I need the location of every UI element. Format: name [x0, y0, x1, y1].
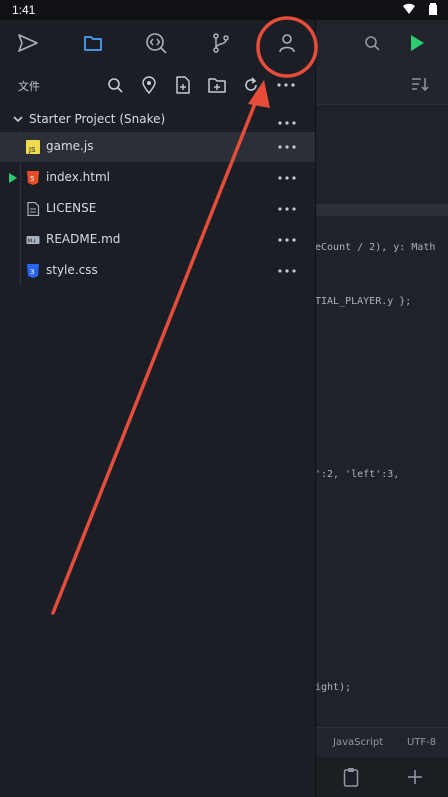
user-icon [279, 34, 295, 53]
code-editor[interactable]: eCount / 2), y: Math TIAL_PLAYER.y }; ':… [315, 20, 448, 797]
more-icon[interactable] [276, 139, 298, 155]
code-line: eCount / 2), y: Math [315, 242, 436, 253]
files-nav-button[interactable] [78, 28, 108, 58]
account-nav-button[interactable] [272, 28, 302, 58]
file-name: index.html [46, 170, 110, 184]
run-icon[interactable] [409, 34, 425, 52]
file-row-license[interactable]: LICENSE [0, 194, 315, 224]
more-icon[interactable] [276, 201, 298, 217]
more-icon[interactable] [276, 263, 298, 279]
git-branch-icon [213, 33, 229, 53]
drawer-top-nav [0, 20, 315, 66]
location-pin-icon [142, 76, 156, 94]
html-file-icon: 5 [27, 171, 39, 185]
header-more-button[interactable] [275, 74, 297, 96]
editor-toolbar [315, 20, 448, 66]
svg-text:3: 3 [30, 268, 34, 276]
editor-subbar [315, 66, 448, 105]
git-nav-button[interactable] [206, 28, 236, 58]
files-header-label: 文件 [18, 80, 40, 93]
text-file-icon [27, 202, 40, 216]
svg-text:5: 5 [30, 175, 34, 183]
editor-bottom-bar [315, 757, 448, 797]
status-time: 1:41 [12, 3, 36, 17]
battery-icon [429, 3, 437, 15]
editor-footer: JavaScript UTF-8 [315, 727, 448, 758]
more-icon [277, 83, 295, 87]
new-folder-button[interactable] [206, 74, 228, 96]
file-row-game-js[interactable]: JS game.js [0, 132, 315, 162]
more-icon[interactable] [276, 115, 298, 131]
more-icon[interactable] [276, 170, 298, 186]
svg-text:JS: JS [28, 146, 36, 154]
search-files-button[interactable] [104, 74, 126, 96]
file-name: style.css [46, 263, 98, 277]
new-file-button[interactable] [172, 74, 194, 96]
code-line: TIAL_PLAYER.y }; [315, 296, 412, 307]
svg-text:M↓: M↓ [28, 238, 37, 245]
send-icon [18, 34, 38, 52]
editor-highlight-band [315, 204, 448, 216]
project-name: Starter Project (Snake) [29, 112, 166, 126]
folder-icon [84, 36, 102, 51]
clipboard-icon[interactable] [343, 767, 359, 787]
language-indicator[interactable]: JavaScript [333, 737, 383, 748]
file-name: README.md [46, 232, 121, 246]
code-search-icon [146, 33, 167, 54]
file-explorer-drawer: 文件 Starter Project (Snake) JS game.js 5 … [0, 20, 316, 797]
status-icons [402, 2, 438, 16]
more-icon[interactable] [276, 232, 298, 248]
refresh-button[interactable] [240, 74, 262, 96]
refresh-icon [245, 77, 257, 91]
locate-file-button[interactable] [138, 74, 160, 96]
new-folder-icon [208, 78, 226, 93]
code-line: ':2, 'left':3, [315, 469, 400, 480]
send-nav-button[interactable] [13, 28, 43, 58]
running-indicator-icon [9, 173, 17, 183]
file-row-style-css[interactable]: 3 style.css [0, 256, 315, 286]
search-icon [108, 78, 123, 93]
add-icon[interactable] [407, 769, 423, 785]
file-row-readme[interactable]: M↓ README.md [0, 225, 315, 255]
wifi-icon [403, 3, 415, 14]
files-header: 文件 [0, 72, 315, 98]
sort-icon[interactable] [411, 76, 429, 92]
file-name: LICENSE [46, 201, 97, 215]
markdown-file-icon: M↓ [26, 236, 40, 245]
status-bar: 1:41 [0, 0, 448, 20]
css-file-icon: 3 [27, 264, 39, 278]
search-icon[interactable] [364, 35, 380, 51]
javascript-file-icon: JS [26, 140, 40, 154]
encoding-indicator[interactable]: UTF-8 [407, 737, 436, 748]
project-root[interactable]: Starter Project (Snake) [0, 108, 315, 130]
new-file-icon [176, 76, 190, 94]
file-name: game.js [46, 139, 94, 153]
code-search-nav-button[interactable] [141, 28, 171, 58]
code-line: ight); [315, 682, 352, 693]
chevron-down-icon [13, 116, 23, 123]
file-row-index-html[interactable]: 5 index.html [0, 163, 315, 193]
